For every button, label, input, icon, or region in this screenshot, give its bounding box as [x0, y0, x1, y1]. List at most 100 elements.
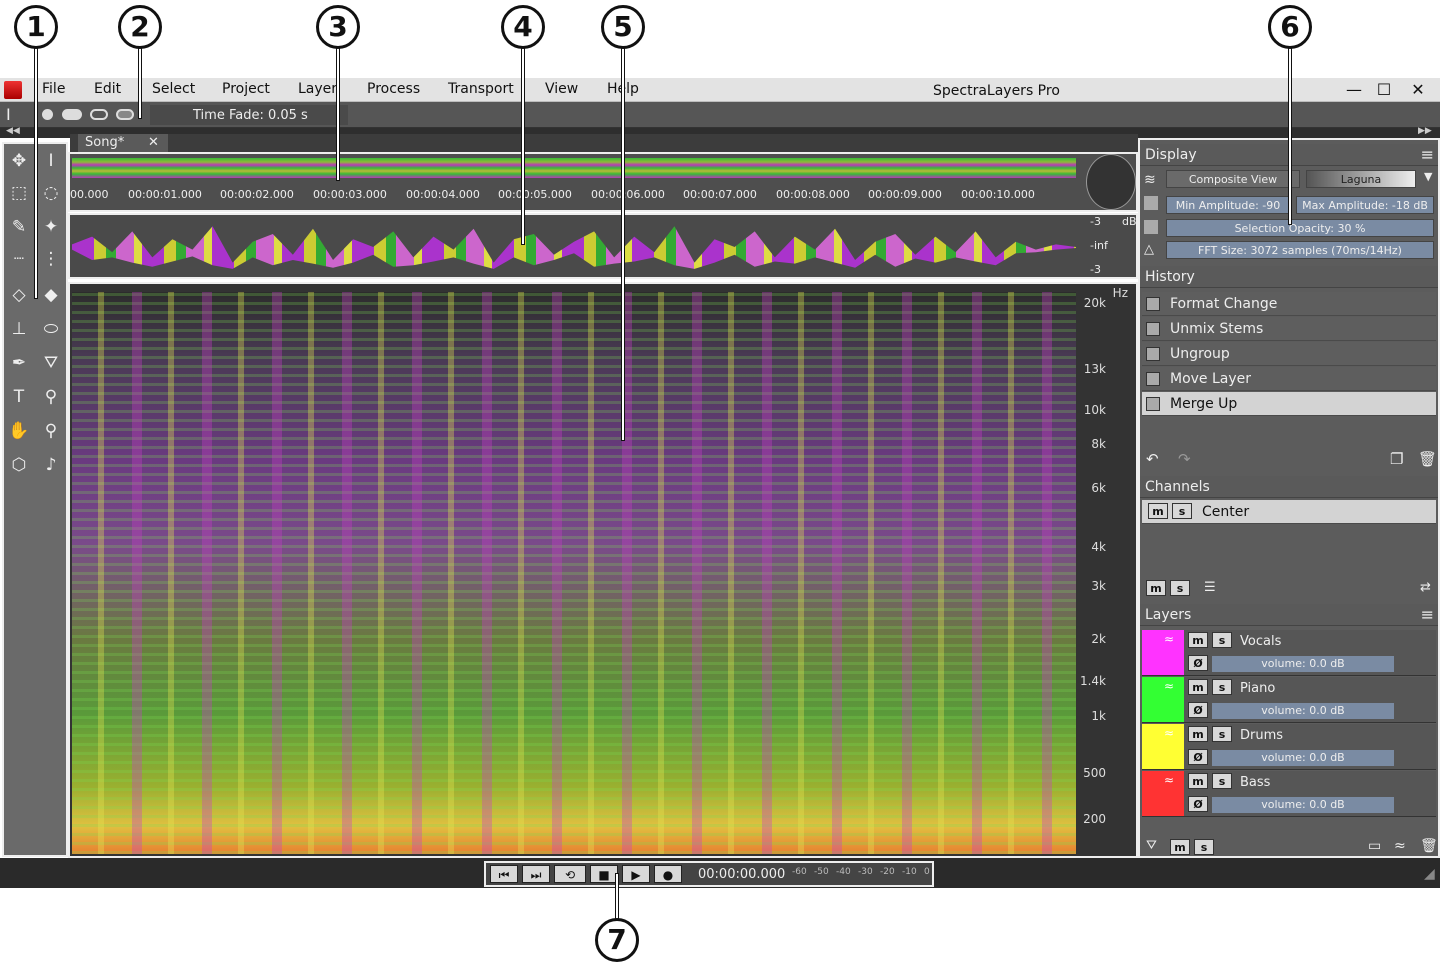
loop-button[interactable]: ⟲ — [554, 865, 586, 883]
palette-select[interactable]: Laguna — [1306, 170, 1416, 188]
fft-size-slider[interactable]: FFT Size: 3072 samples (70ms/14Hz) — [1166, 241, 1434, 259]
maximize-icon[interactable]: ☐ — [1372, 79, 1396, 101]
mode-circle-icon[interactable] — [42, 109, 53, 120]
phase-invert-icon[interactable]: Ø — [1188, 796, 1208, 812]
channel-list-icon[interactable]: ☰ — [1204, 580, 1216, 595]
min-amplitude-slider[interactable]: Min Amplitude: -90 dB — [1166, 196, 1290, 230]
layer-color-swatch[interactable] — [1142, 630, 1184, 675]
layer-row[interactable]: ≈ m s Vocals Øvolume: 0.0 dB — [1142, 630, 1436, 676]
redo-icon[interactable]: ↷ — [1178, 450, 1191, 468]
max-amplitude-slider[interactable]: Max Amplitude: -18 dB — [1296, 196, 1434, 214]
solo-button[interactable]: s — [1212, 679, 1232, 695]
eraser-tool-icon[interactable]: ◇ — [6, 282, 32, 308]
tab-song[interactable]: Song* ✕ — [78, 134, 168, 152]
stop-button[interactable]: ■ — [590, 865, 618, 883]
phase-invert-icon[interactable]: Ø — [1188, 655, 1208, 671]
menu-project[interactable]: Project — [222, 81, 270, 97]
trash-icon[interactable]: 🗑 — [1418, 450, 1437, 468]
menu-process[interactable]: Process — [367, 81, 420, 97]
waveform-view[interactable]: -3 -inf -3 dB — [68, 213, 1138, 279]
collapse-right-icon[interactable]: ▶▶ — [1418, 126, 1432, 136]
go-to-end-button[interactable]: ⏭ — [522, 865, 550, 883]
time-fade-field[interactable]: Time Fade: 0.05 s — [150, 105, 348, 125]
layer-color-swatch[interactable] — [1142, 677, 1184, 722]
harmonic-select-tool-icon[interactable]: ┈ — [6, 246, 32, 272]
layer-row[interactable]: ≈ m s Piano Øvolume: 0.0 dB — [1142, 677, 1436, 723]
undo-icon[interactable]: ↶ — [1146, 450, 1159, 468]
history-item[interactable]: Unmix Stems — [1142, 317, 1436, 341]
menu-layer[interactable]: Layer — [298, 81, 337, 97]
layer-color-swatch[interactable] — [1142, 724, 1184, 769]
channel-item[interactable]: m s Center — [1142, 500, 1436, 524]
play-button[interactable]: ▶ — [622, 865, 650, 883]
mode-intersect-icon[interactable] — [116, 109, 134, 120]
volume-slider[interactable]: volume: 0.0 dB — [1212, 703, 1394, 719]
new-layer-icon[interactable]: ▭ — [1368, 838, 1381, 854]
mute-button[interactable]: m — [1188, 679, 1208, 695]
history-item[interactable]: Move Layer — [1142, 367, 1436, 391]
composite-view-select[interactable]: Composite View — [1166, 170, 1300, 188]
volume-slider[interactable]: volume: 0.0 dB — [1212, 656, 1394, 672]
chevron-down-icon[interactable]: ▼ — [1424, 170, 1432, 183]
shuffle-icon[interactable]: ⇄ — [1420, 580, 1431, 595]
spectral-display[interactable]: Hz 20k 13k 10k 8k 6k 4k 3k 2k 1.4k 1k 50… — [68, 282, 1138, 858]
3d-view-tool-icon[interactable]: ⬡ — [6, 452, 32, 478]
mute-button[interactable]: m — [1188, 773, 1208, 789]
paint-bucket-icon[interactable]: ⛛ — [1146, 838, 1157, 853]
tab-close-icon[interactable]: ✕ — [148, 134, 159, 152]
speaker-tool-icon[interactable]: ♪ — [38, 452, 64, 478]
erase-fill-tool-icon[interactable]: ◆ — [38, 282, 64, 308]
history-item[interactable]: Ungroup — [1142, 342, 1436, 366]
history-item[interactable]: Merge Up — [1142, 392, 1436, 416]
copy-icon[interactable]: ❐ — [1390, 450, 1403, 468]
magic-wand-tool-icon[interactable]: ✦ — [38, 214, 64, 240]
close-icon[interactable]: ✕ — [1406, 79, 1430, 101]
selection-opacity-slider[interactable]: Selection Opacity: 30 % — [1166, 219, 1434, 237]
move-tool-icon[interactable]: ✥ — [6, 148, 32, 174]
collapse-left-icon[interactable]: ◀◀ — [6, 126, 20, 136]
solo-button[interactable]: s — [1212, 773, 1232, 789]
clone-stamp-tool-icon[interactable]: ⊥ — [6, 316, 32, 342]
zoom-tool-icon[interactable]: ⚲ — [38, 418, 64, 444]
mute-all-layers-button[interactable]: m — [1170, 839, 1190, 855]
menu-select[interactable]: Select — [152, 81, 195, 97]
volume-slider[interactable]: volume: 0.0 dB — [1212, 797, 1394, 813]
mode-subtract-icon[interactable] — [90, 109, 108, 120]
minimize-icon[interactable]: — — [1342, 79, 1366, 101]
volume-slider[interactable]: volume: 0.0 dB — [1212, 750, 1394, 766]
new-audio-layer-icon[interactable]: ≈ — [1394, 838, 1406, 854]
solo-button[interactable]: s — [1212, 726, 1232, 742]
menu-transport[interactable]: Transport — [448, 81, 514, 97]
fill-tool-icon[interactable]: ⛛ — [38, 350, 64, 376]
resize-grip-icon[interactable]: ◢ — [1424, 866, 1435, 882]
delete-layer-icon[interactable]: 🗑 — [1420, 838, 1438, 854]
mute-all-button[interactable]: m — [1146, 580, 1166, 596]
panel-menu-icon[interactable]: ≡ — [1421, 144, 1434, 166]
panel-menu-icon[interactable]: ≡ — [1421, 604, 1434, 626]
rect-select-tool-icon[interactable]: ⬚ — [6, 180, 32, 206]
solo-all-button[interactable]: s — [1170, 580, 1190, 596]
solo-button[interactable]: s — [1172, 503, 1192, 519]
lasso-tool-icon[interactable]: ◌ — [38, 180, 64, 206]
time-select-tool-icon[interactable]: I — [38, 148, 64, 174]
go-to-start-button[interactable]: ⏮ — [490, 865, 518, 883]
project-overview[interactable]: 00.000 00:00:01.000 00:00:02.000 00:00:0… — [68, 152, 1138, 212]
hand-tool-icon[interactable]: ✋ — [6, 418, 32, 444]
timeline-ruler[interactable]: 00.000 00:00:01.000 00:00:02.000 00:00:0… — [70, 188, 1136, 210]
menu-edit[interactable]: Edit — [94, 81, 121, 97]
menu-file[interactable]: File — [42, 81, 65, 97]
layer-row[interactable]: ≈ m s Bass Øvolume: 0.0 dB — [1142, 771, 1436, 817]
text-tool-icon[interactable]: T — [6, 384, 32, 410]
mute-button[interactable]: m — [1188, 726, 1208, 742]
phase-invert-icon[interactable]: Ø — [1188, 749, 1208, 765]
mode-add-icon[interactable] — [62, 109, 82, 120]
layer-color-swatch[interactable] — [1142, 771, 1184, 816]
record-button[interactable]: ● — [654, 865, 682, 883]
solo-button[interactable]: s — [1212, 632, 1232, 648]
menu-view[interactable]: View — [545, 81, 578, 97]
mute-button[interactable]: m — [1148, 503, 1168, 519]
mute-button[interactable]: m — [1188, 632, 1208, 648]
phase-invert-icon[interactable]: Ø — [1188, 702, 1208, 718]
heal-tool-icon[interactable]: ⬭ — [38, 316, 64, 342]
solo-all-layers-button[interactable]: s — [1194, 839, 1214, 855]
